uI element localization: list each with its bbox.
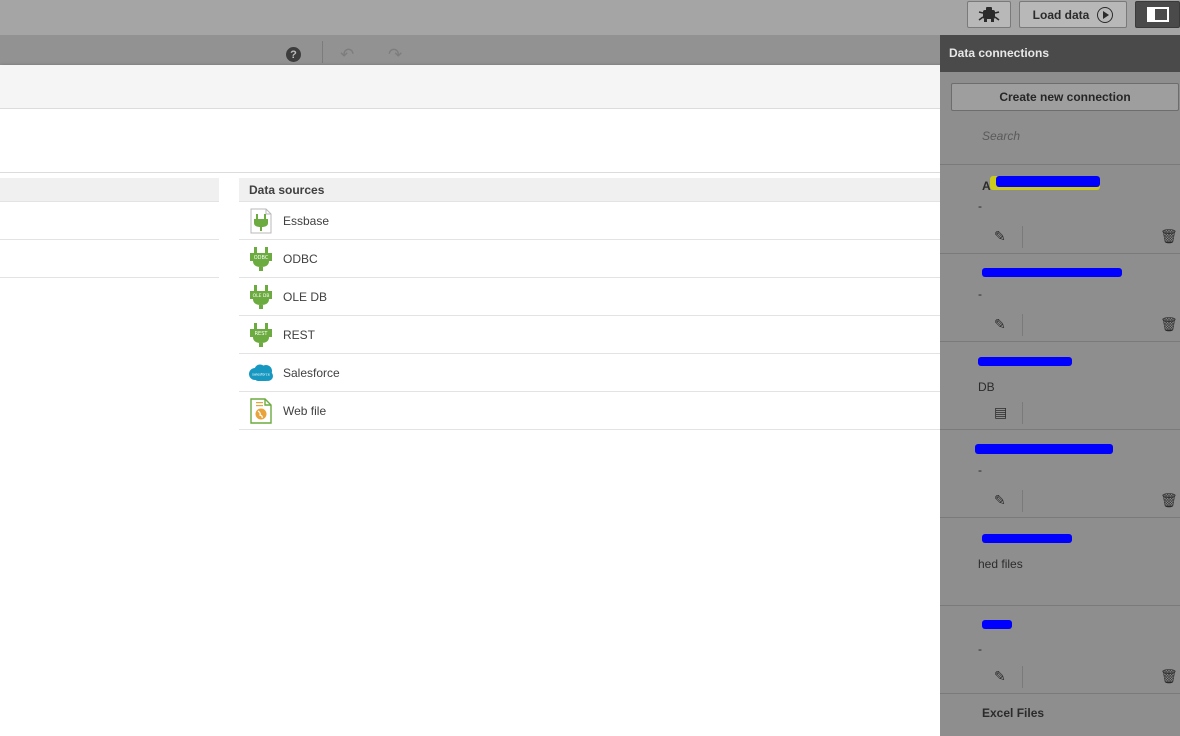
data-sources-header: Data sources (239, 178, 955, 202)
rest-badge-text: REST (255, 331, 269, 337)
connection-name: Excel Files (982, 706, 1045, 720)
play-icon (1097, 6, 1114, 23)
edit-icon[interactable]: ✎ (994, 492, 1006, 509)
data-source-label: REST (283, 327, 316, 342)
create-new-connection-button[interactable]: Create new connection (951, 83, 1179, 111)
undo-icon[interactable]: ↶ (340, 45, 354, 65)
action-divider (1022, 226, 1023, 248)
panel-toggle-icon (1146, 7, 1169, 22)
action-divider (1022, 490, 1023, 512)
action-divider (1022, 314, 1023, 336)
redaction-mark (975, 444, 1113, 454)
web-file-icon (239, 397, 283, 424)
redo-icon[interactable]: ↷ (388, 45, 402, 65)
redaction-mark (982, 620, 1012, 629)
data-source-rest[interactable]: REST REST (239, 316, 955, 354)
connection-item[interactable]: A - ✎ 🗑 (940, 166, 1180, 254)
rest-plug-icon: REST (239, 322, 283, 348)
connection-subtitle: - (978, 642, 982, 656)
delete-icon[interactable]: 🗑 (1160, 492, 1178, 509)
essbase-plug-icon (239, 208, 283, 234)
left-column-header (0, 178, 219, 202)
connection-subtitle: DB (978, 380, 995, 394)
delete-icon[interactable]: 🗑 (1160, 316, 1178, 333)
edit-icon[interactable]: ✎ (994, 228, 1006, 245)
connection-item[interactable]: - ✎ 🗑 (940, 430, 1180, 518)
connection-item[interactable]: - ✎ 🗑 (940, 606, 1180, 694)
salesforce-cloud-icon: salesforce (239, 364, 283, 382)
connection-subtitle: hed files (978, 557, 1023, 571)
delete-icon[interactable]: 🗑 (1160, 668, 1178, 685)
data-source-salesforce[interactable]: salesforce Salesforce (239, 354, 955, 392)
data-source-label: Essbase (283, 213, 330, 228)
action-divider (1022, 666, 1023, 688)
create-connection-dialog: Data sources Essbase ODBC ODBC OLE DB OL… (0, 65, 981, 736)
data-source-label: OLE DB (283, 289, 328, 304)
connection-item[interactable]: - ✎ 🗑 (940, 254, 1180, 342)
data-connections-header: Data connections (940, 35, 1180, 72)
data-connections-panel: Data connections Create new connection S… (940, 35, 1180, 736)
data-source-web-file[interactable]: Web file (239, 392, 955, 430)
select-data-icon[interactable]: ▤ (994, 404, 1007, 421)
oledb-plug-icon: OLE DB (239, 284, 283, 310)
data-sources-list: Essbase ODBC ODBC OLE DB OLE DB REST RES… (239, 202, 955, 430)
connection-item[interactable]: hed files (940, 518, 1180, 606)
odbc-plug-icon: ODBC (239, 246, 283, 272)
connection-item[interactable]: DB ▤ (940, 342, 1180, 430)
edit-icon[interactable]: ✎ (994, 316, 1006, 333)
toolbar-divider (322, 41, 323, 63)
delete-icon[interactable]: 🗑 (1160, 228, 1178, 245)
toggle-panel-button[interactable] (1135, 1, 1180, 28)
redaction-mark (996, 176, 1100, 187)
load-data-button[interactable]: Load data (1019, 1, 1127, 28)
data-source-label: Web file (283, 403, 327, 418)
oledb-badge-text: OLE DB (253, 293, 270, 299)
data-source-odbc[interactable]: ODBC ODBC (239, 240, 955, 278)
help-icon[interactable]: ? (286, 47, 301, 62)
salesforce-badge-text: salesforce (252, 372, 270, 376)
redaction-mark (982, 534, 1072, 543)
connection-subtitle: - (978, 463, 982, 477)
left-list-item[interactable] (0, 202, 219, 240)
data-source-essbase[interactable]: Essbase (239, 202, 955, 240)
secondary-toolbar: ? ↶ ↷ (0, 35, 940, 65)
connection-subtitle: - (978, 199, 982, 213)
edit-icon[interactable]: ✎ (994, 668, 1006, 685)
debug-button[interactable] (967, 1, 1011, 28)
connection-subtitle: - (978, 287, 982, 301)
bug-icon (978, 6, 1000, 22)
data-source-label: ODBC (283, 251, 318, 266)
connection-item[interactable]: Excel Files (940, 694, 1180, 736)
data-source-ole-db[interactable]: OLE DB OLE DB (239, 278, 955, 316)
odbc-badge-text: ODBC (254, 255, 269, 261)
connection-search-input[interactable]: Search (940, 117, 1180, 165)
top-bar: Load data (0, 0, 1180, 35)
action-divider (1022, 402, 1023, 424)
left-list-item[interactable] (0, 240, 219, 278)
dialog-header (0, 65, 981, 109)
data-source-label: Salesforce (283, 365, 340, 380)
redaction-mark (978, 357, 1072, 366)
load-data-label: Load data (1032, 7, 1090, 22)
redaction-mark (982, 268, 1122, 277)
